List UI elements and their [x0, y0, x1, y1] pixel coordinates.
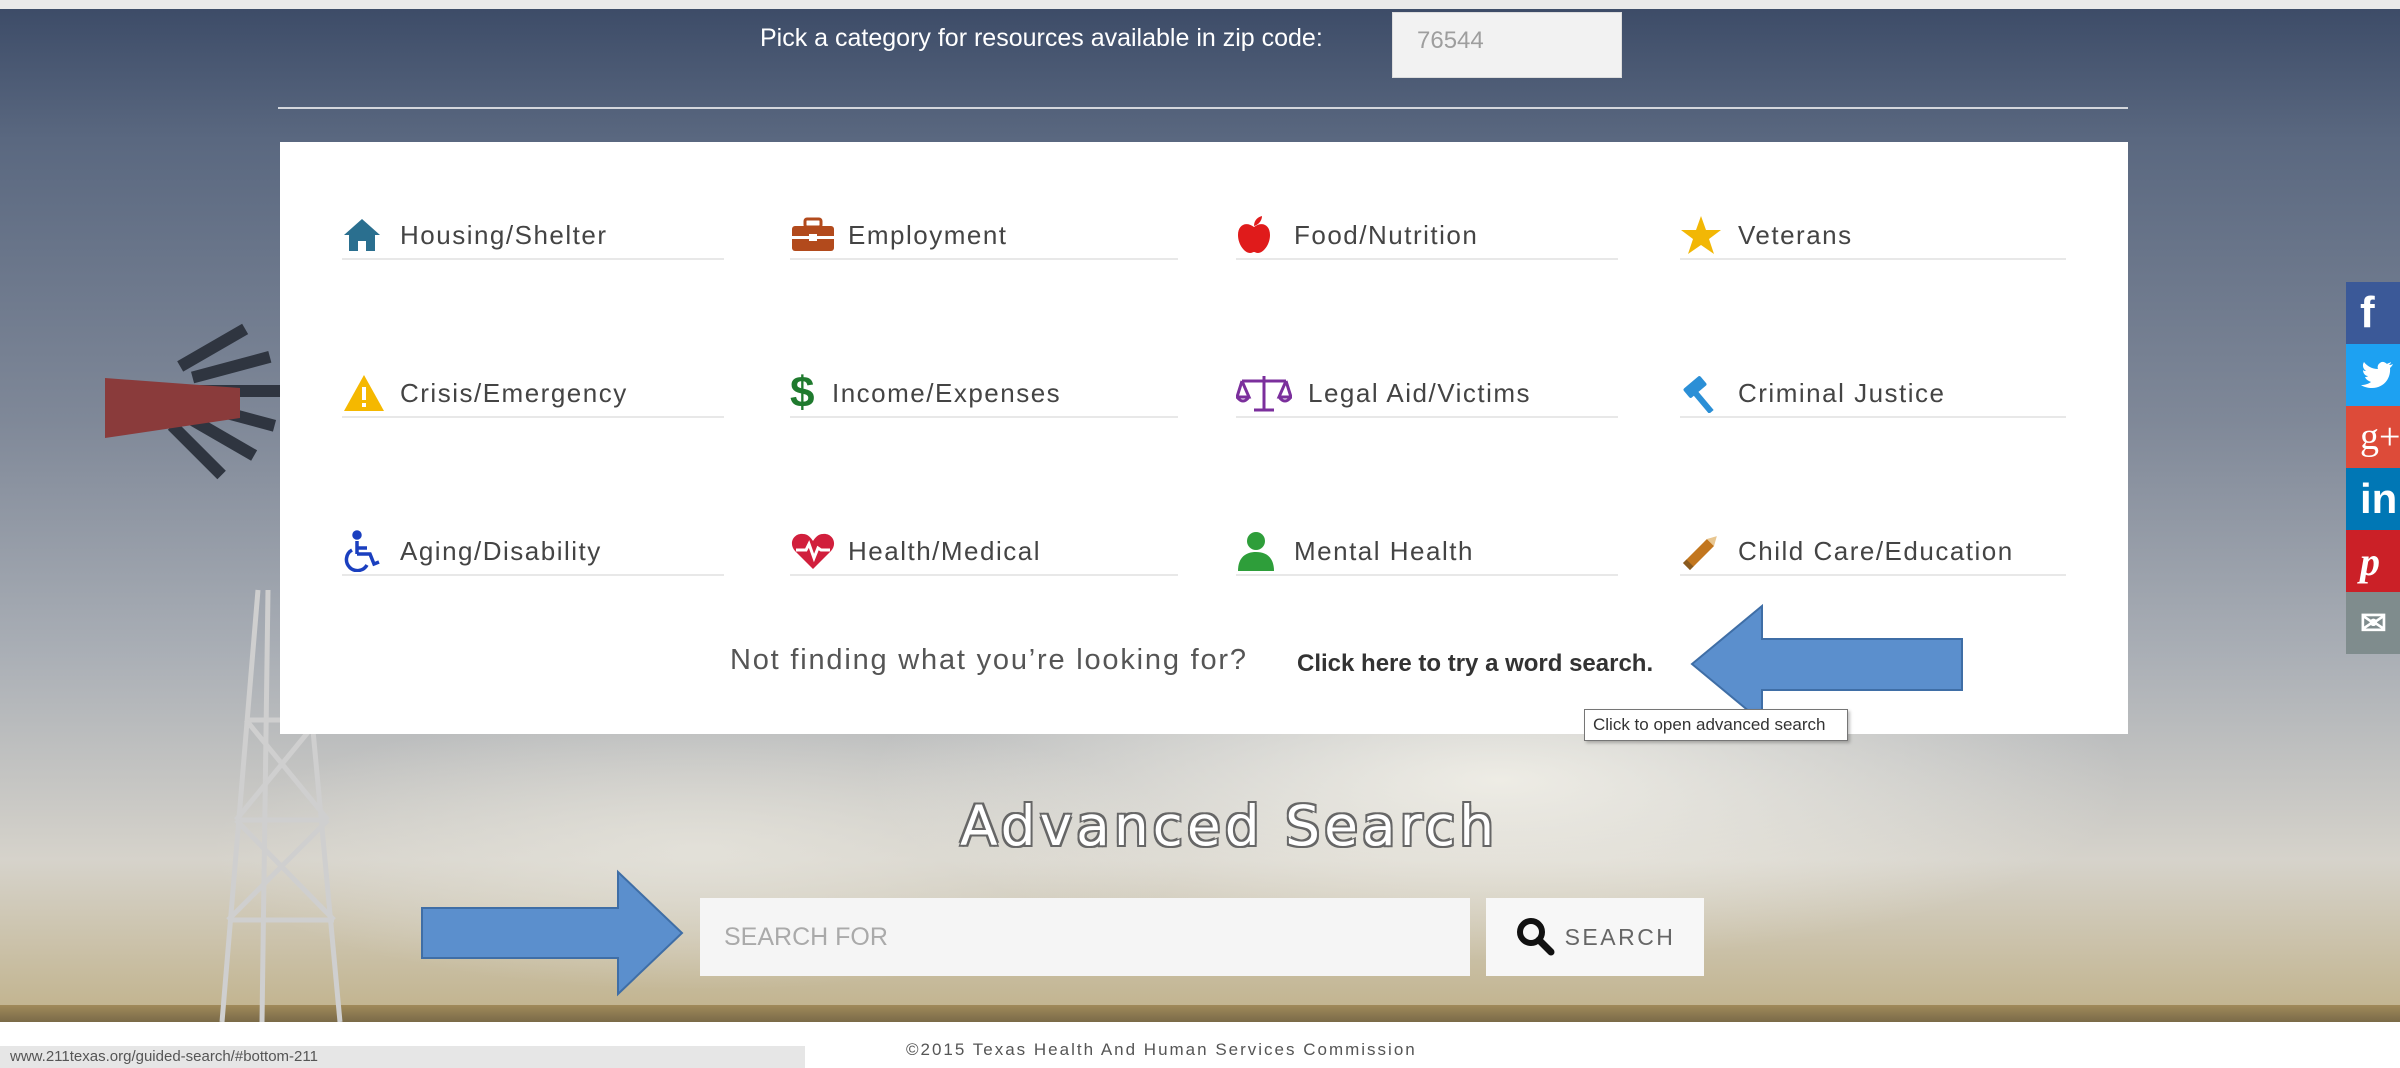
dollar-icon: $	[790, 368, 816, 417]
search-icon	[1515, 916, 1555, 959]
apple-icon	[1236, 215, 1282, 255]
google-plus-icon[interactable]: g+	[2346, 406, 2400, 468]
arrow-left-annotation	[1690, 604, 1963, 724]
gavel-icon	[1680, 373, 1726, 413]
zip-code-label: Pick a category for resources available …	[760, 24, 1323, 52]
search-input[interactable]	[700, 898, 1470, 976]
category-label: Health/Medical	[848, 535, 1041, 566]
category-income-expenses[interactable]: $ Income/Expenses	[790, 370, 1178, 418]
wheelchair-icon	[342, 530, 388, 572]
category-aging-disability[interactable]: Aging/Disability	[342, 528, 724, 576]
category-label: Crisis/Emergency	[400, 377, 628, 408]
category-label: Housing/Shelter	[400, 219, 608, 250]
not-finding-text: Not finding what you’re looking for?	[730, 644, 1248, 676]
twitter-icon[interactable]: t	[2346, 344, 2400, 406]
tooltip: Click to open advanced search	[1584, 709, 1848, 741]
divider	[278, 107, 2128, 109]
star-icon	[1680, 215, 1726, 255]
category-veterans[interactable]: Veterans	[1680, 212, 2066, 260]
category-food-nutrition[interactable]: Food/Nutrition	[1236, 212, 1618, 260]
advanced-search-title: Advanced Search	[960, 794, 1499, 858]
category-legal-aid-victims[interactable]: Legal Aid/Victims	[1236, 370, 1618, 418]
category-label: Food/Nutrition	[1294, 219, 1479, 250]
facebook-icon[interactable]: f	[2346, 282, 2400, 344]
pencil-icon	[1680, 531, 1726, 571]
pinterest-icon[interactable]: p	[2346, 530, 2400, 592]
category-label: Mental Health	[1294, 535, 1474, 566]
arrow-right-annotation	[421, 869, 684, 997]
category-housing-shelter[interactable]: Housing/Shelter	[342, 212, 724, 260]
briefcase-icon	[790, 215, 836, 255]
word-search-link[interactable]: Click here to try a word search.	[1297, 650, 1653, 678]
email-icon[interactable]: ✉	[2346, 592, 2400, 654]
person-icon	[1236, 531, 1282, 571]
category-label: Aging/Disability	[400, 535, 602, 566]
category-child-care-education[interactable]: Child Care/Education	[1680, 528, 2066, 576]
copyright-text: ©2015 Texas Health And Human Services Co…	[906, 1040, 1417, 1059]
search-button-label: SEARCH	[1564, 923, 1676, 950]
category-label: Veterans	[1738, 219, 1853, 250]
search-button[interactable]: SEARCH	[1486, 898, 1704, 976]
scales-icon	[1236, 373, 1296, 413]
category-employment[interactable]: Employment	[790, 212, 1178, 260]
warning-icon	[342, 373, 388, 413]
category-label: Child Care/Education	[1738, 535, 2014, 566]
category-label: Criminal Justice	[1738, 377, 1946, 408]
category-label: Legal Aid/Victims	[1308, 377, 1532, 408]
category-label: Income/Expenses	[832, 377, 1062, 408]
linkedin-icon[interactable]: in	[2346, 468, 2400, 530]
home-icon	[342, 215, 388, 255]
category-crisis-emergency[interactable]: Crisis/Emergency	[342, 370, 724, 418]
category-label: Employment	[848, 219, 1008, 250]
category-mental-health[interactable]: Mental Health	[1236, 528, 1618, 576]
zip-code-field[interactable]: 76544	[1392, 12, 1622, 78]
category-health-medical[interactable]: Health/Medical	[790, 528, 1178, 576]
category-criminal-justice[interactable]: Criminal Justice	[1680, 370, 2066, 418]
heartbeat-icon	[790, 531, 836, 571]
status-bar-url: www.211texas.org/guided-search/#bottom-2…	[0, 1046, 805, 1068]
